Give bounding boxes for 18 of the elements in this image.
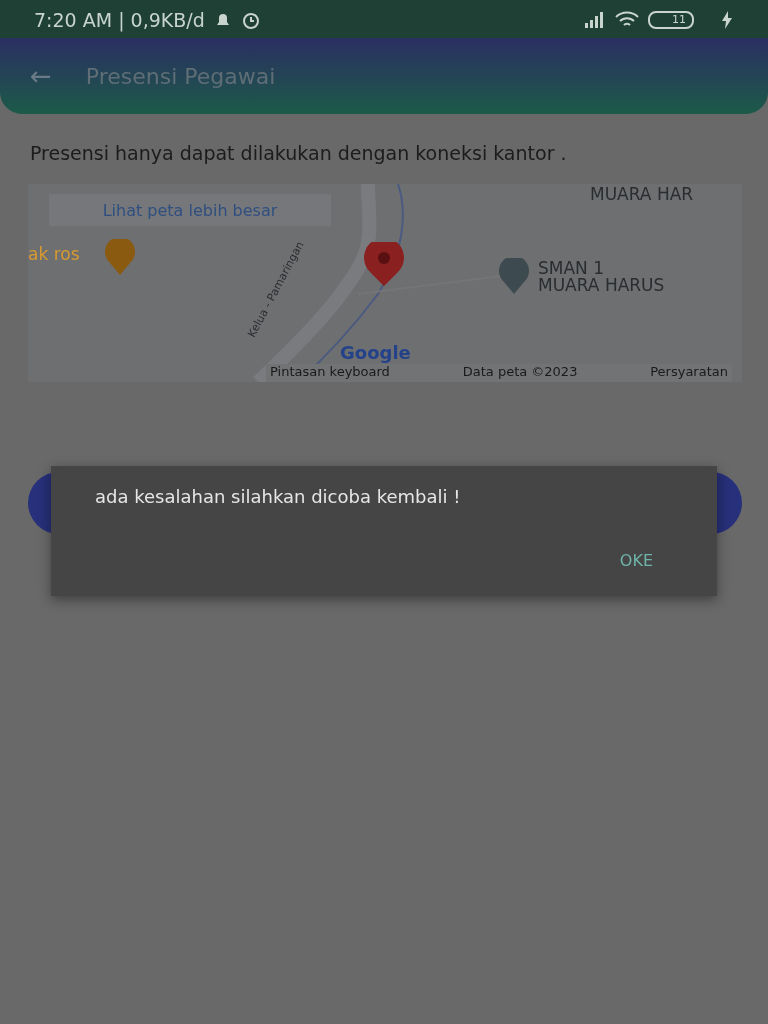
page-title: Presensi Pegawai <box>85 63 276 89</box>
signal-icon <box>584 12 606 28</box>
charging-icon <box>720 11 734 29</box>
notice-text: Presensi hanya dapat dilakukan dengan koneksi kantor . <box>30 142 568 164</box>
battery-indicator: 11 <box>648 11 694 29</box>
dialog-message: ada kesalahan silahkan dicoba kembali ! <box>95 486 462 507</box>
back-button[interactable]: ← <box>30 61 52 91</box>
ok-button[interactable]: OKE <box>615 547 673 574</box>
map-label: MUARA HAR <box>590 186 694 203</box>
map-footer-link[interactable]: Persyaratan <box>650 364 728 382</box>
map-label: SMAN 1 MUARA HARUS <box>538 260 665 294</box>
map-footer-link[interactable]: Pintasan keyboard <box>270 364 390 382</box>
map-logo: Google <box>340 342 411 363</box>
alarm-icon <box>240 10 261 30</box>
larger-map-link[interactable]: Lihat peta lebih besar <box>49 194 331 226</box>
map-footer-link[interactable]: Data peta ©2023 <box>462 364 578 382</box>
status-time: 7:20 AM | 0,9KB/d <box>34 9 205 31</box>
map-label: ak ros <box>28 246 80 263</box>
